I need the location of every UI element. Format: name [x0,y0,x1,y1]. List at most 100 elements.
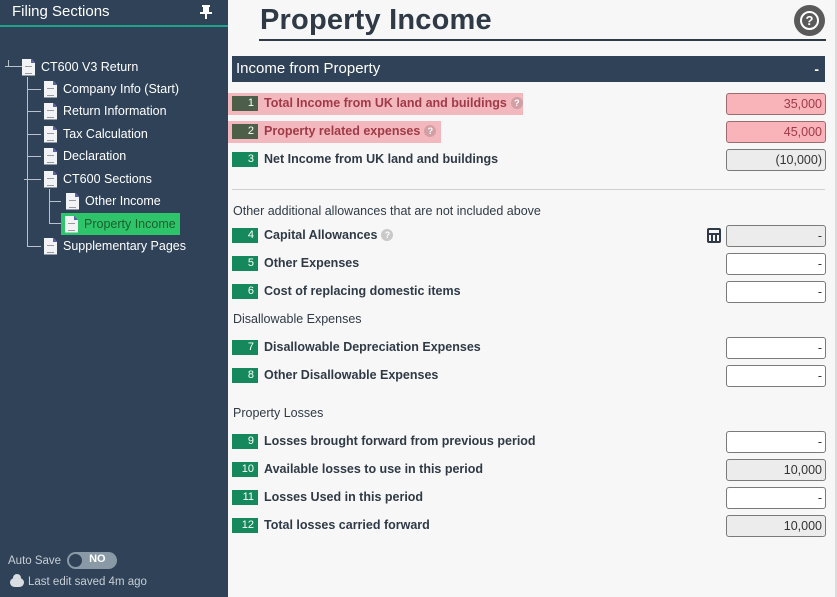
calculator-icon[interactable] [707,228,721,243]
filing-sections-sidebar: Filing Sections CT600 V3 Return Company … [0,0,228,597]
help-question-icon[interactable]: ? [381,229,394,241]
tree-item-ct600-sections[interactable]: CT600 Sections [44,169,152,189]
row-number-badge: 7 [232,340,258,355]
title-underline [259,39,826,41]
row-number-badge: 10 [232,462,258,477]
document-icon [44,237,57,255]
document-icon [44,80,57,98]
form-row-6: 6 Cost of replacing domestic items - [228,281,837,303]
tree-item-company-info[interactable]: Company Info (Start) [44,79,179,99]
tree-line [49,223,61,224]
row-label: Total losses carried forward [264,518,430,532]
tree-item-label: Other Income [85,194,161,208]
subheading-disallowable-expenses: Disallowable Expenses [233,312,362,326]
tree-line [27,156,41,157]
row-label: Property related expenses? [264,124,437,138]
tree-item-label: CT600 V3 Return [41,60,139,74]
collapse-section-button[interactable]: - [814,56,819,82]
document-icon [44,170,57,188]
subheading-other-allowances: Other additional allowances that are not… [233,204,541,218]
sidebar-title: Filing Sections [12,3,110,20]
form-row-9: 9 Losses brought forward from previous p… [228,431,837,453]
page-title: Property Income [260,4,492,36]
row-number-badge: 3 [232,152,258,167]
row-label: Available losses to use in this period [264,462,484,476]
tree-line [27,246,41,247]
row-label: Losses brought forward from previous per… [264,434,536,448]
tree-line [5,66,12,67]
row-number-badge: 12 [232,518,258,533]
row-number-badge: 5 [232,256,258,271]
row-label: Disallowable Depreciation Expenses [264,340,481,354]
tree-item-declaration[interactable]: Declaration [44,146,126,166]
form-row-8: 8 Other Disallowable Expenses - [228,365,837,387]
tree-line [49,201,61,202]
row-number-badge: 6 [232,284,258,299]
tree-item-return-information[interactable]: Return Information [44,101,167,121]
tree-item-other-income[interactable]: Other Income [66,191,161,211]
tree-item-supplementary-pages[interactable]: Supplementary Pages [44,236,186,256]
net-income-field: (10,000) [726,149,826,171]
row-label: Other Expenses [264,256,360,270]
toggle-knob [69,554,83,567]
help-question-icon[interactable]: ? [510,97,523,109]
tree-item-label: Company Info (Start) [63,82,180,96]
losses-used-field[interactable]: - [726,487,826,509]
document-icon [44,147,57,165]
tree-item-label: Declaration [63,149,127,163]
tree-item-label: Supplementary Pages [63,239,186,253]
losses-brought-forward-field[interactable]: - [726,431,826,453]
losses-carried-forward-field: 10,000 [726,515,826,537]
autosave-toggle[interactable]: NO [67,552,118,569]
pin-icon[interactable] [200,5,212,19]
property-expenses-field[interactable]: 45,000 [726,121,826,143]
section-title: Income from Property [236,60,381,77]
document-icon [44,125,57,143]
row-label: Cost of replacing domestic items [264,284,461,298]
row-label-text: Capital Allowances [264,228,378,242]
main-content: Property Income ? Income from Property -… [228,0,837,597]
row-number-badge: 8 [232,368,258,383]
domestic-items-field[interactable]: - [726,281,826,303]
row-label: Total Income from UK land and buildings? [264,96,523,110]
available-losses-field: 10,000 [726,459,826,481]
help-button[interactable]: ? [794,5,825,36]
row-number-badge: 1 [232,96,258,111]
row-number-badge: 2 [232,124,258,139]
sidebar-header: Filing Sections [0,0,228,27]
form-row-7: 7 Disallowable Depreciation Expenses - [228,337,837,359]
row-number-badge: 11 [232,490,258,505]
row-label: Other Disallowable Expenses [264,368,439,382]
tree-line [24,179,41,180]
last-saved-status: Last edit saved 4m ago [10,573,147,588]
capital-allowances-field: - [726,225,826,247]
document-icon [44,102,57,120]
help-question-icon[interactable]: ? [424,125,437,137]
form-row-5: 5 Other Expenses - [228,253,837,275]
form-row-12: 12 Total losses carried forward 10,000 [228,515,837,537]
last-saved-text: Last edit saved 4m ago [28,576,147,588]
tree-item-tax-calculation[interactable]: Tax Calculation [44,124,148,144]
document-icon [22,58,35,76]
row-label: Capital Allowances? [264,228,394,242]
section-header-income-from-property[interactable]: Income from Property - [232,56,825,82]
tree-line [27,111,41,112]
tree-line [12,66,22,67]
form-row-4: 4 Capital Allowances? - [228,225,837,247]
row-number-badge: 9 [232,434,258,449]
tree-item-label: Return Information [63,104,167,118]
tree-item-ct600-v3-return[interactable]: CT600 V3 Return [22,57,138,77]
toggle-state: NO [89,553,106,565]
subheading-property-losses: Property Losses [233,406,324,420]
other-expenses-field[interactable]: - [726,253,826,275]
disallowable-depreciation-field[interactable]: - [726,337,826,359]
section-divider [232,189,825,190]
tree-item-label: CT600 Sections [63,172,152,186]
document-icon [65,215,78,233]
help-icon: ? [800,11,819,30]
row-label: Net Income from UK land and buildings [264,152,499,166]
total-income-field[interactable]: 35,000 [726,93,826,115]
form-row-2: 2 Property related expenses? 45,000 [228,121,837,143]
other-disallowable-field[interactable]: - [726,365,826,387]
tree-item-property-income[interactable]: Property Income [61,213,180,235]
